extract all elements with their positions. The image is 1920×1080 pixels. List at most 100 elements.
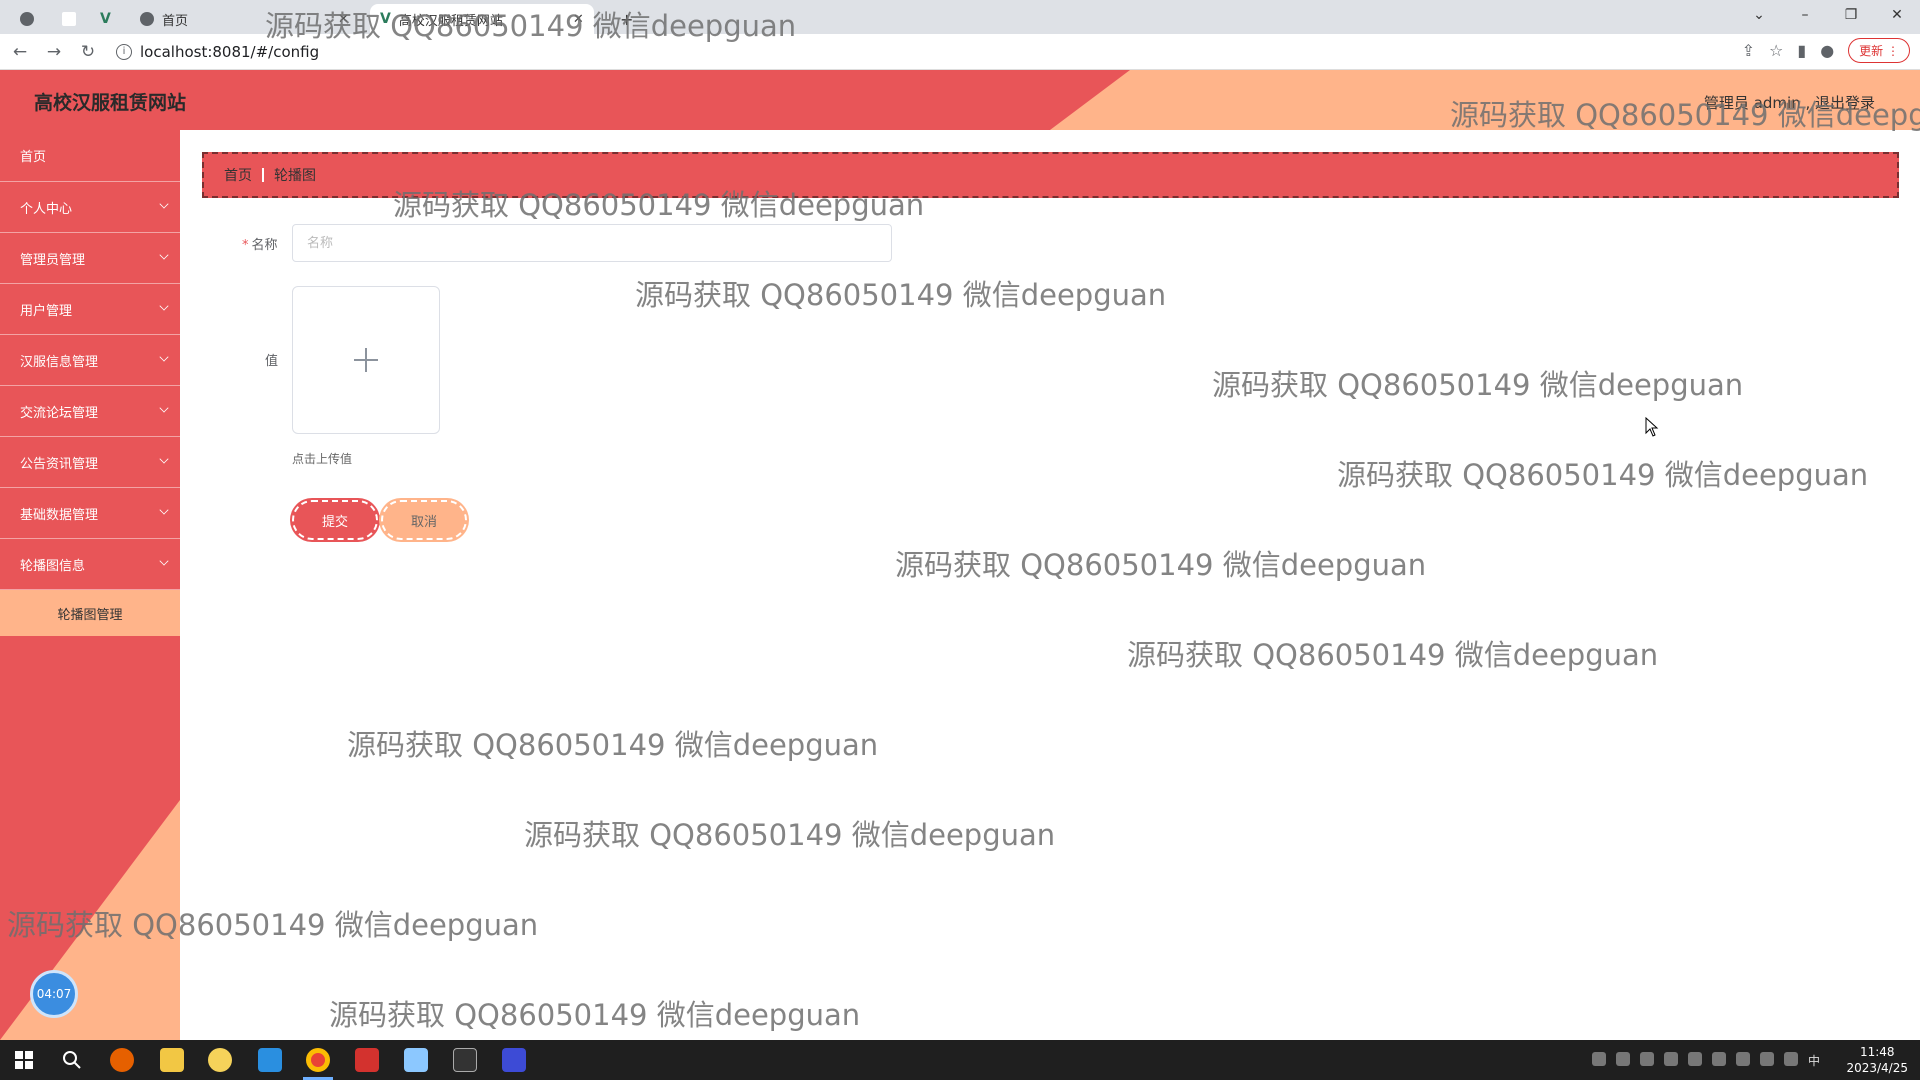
sidebar-item-carousel-info[interactable]: 轮播图信息 xyxy=(0,539,180,590)
sidebar-item-base-data[interactable]: 基础数据管理 xyxy=(0,488,180,539)
watermark-text: 源码获取 QQ86050149 微信deepguan xyxy=(7,908,539,942)
chevron-down-icon xyxy=(159,505,169,515)
sidebar-item-label: 用户管理 xyxy=(20,303,73,319)
sidebar-item-personal-center[interactable]: 个人中心 xyxy=(0,182,180,233)
tab-label: 首页 xyxy=(162,13,189,29)
breadcrumb-separator xyxy=(262,168,264,182)
sidebar-item-admin-management[interactable]: 管理员管理 xyxy=(0,233,180,284)
network-icon[interactable] xyxy=(1759,1052,1774,1066)
plus-icon xyxy=(354,348,378,372)
cursor-icon xyxy=(1645,417,1659,437)
watermark-text: 源码获取 QQ86050149 微信deepguan xyxy=(1337,458,1869,492)
name-label: * 名称 xyxy=(242,234,278,253)
tray-icon[interactable] xyxy=(1735,1052,1750,1066)
submit-button[interactable]: 提交 xyxy=(292,500,378,540)
watermark-text: 源码获取 QQ86050149 微信deepguan xyxy=(635,278,1167,312)
watermark-text: 源码获取 QQ86050149 微信deepguan xyxy=(1450,98,1920,132)
toolbar-right: ⇪ ☆ ▮ ● 更新 ⋮ xyxy=(1742,38,1910,63)
tray-icon[interactable] xyxy=(1711,1052,1726,1066)
sidebar-item-news-management[interactable]: 公告资讯管理 xyxy=(0,437,180,488)
profile-icon[interactable]: ● xyxy=(1820,41,1834,60)
chevron-down-icon xyxy=(159,250,169,260)
tray-icon[interactable] xyxy=(1591,1052,1606,1066)
volume-icon[interactable] xyxy=(1783,1052,1798,1066)
sidebar-subitem-label: 轮播图管理 xyxy=(57,607,123,623)
sidepanel-icon[interactable]: ▮ xyxy=(1797,41,1806,60)
tab-blank[interactable] xyxy=(52,4,94,34)
site-title: 高校汉服租赁网站 xyxy=(34,92,187,114)
windows-start-icon[interactable] xyxy=(12,1048,36,1072)
window-controls: ⌄ – ❐ ✕ xyxy=(1736,0,1920,30)
system-tray: 中 xyxy=(1591,1052,1820,1069)
value-label: 值 xyxy=(265,354,279,369)
sidebar-item-label: 汉服信息管理 xyxy=(20,354,99,370)
watermark-text: 源码获取 QQ86050149 微信deepguan xyxy=(524,818,1056,852)
chevron-down-icon xyxy=(159,199,169,209)
search-icon[interactable] xyxy=(60,1048,84,1072)
chevron-down-icon[interactable]: ⌄ xyxy=(1736,0,1782,30)
timer-badge: 04:07 xyxy=(30,970,78,1018)
tray-icon[interactable] xyxy=(1615,1052,1630,1066)
vue-icon: V xyxy=(100,11,111,27)
back-icon[interactable]: ← xyxy=(6,38,34,66)
terminal-icon[interactable] xyxy=(453,1048,477,1072)
clock[interactable]: 11:48 2023/4/25 xyxy=(1846,1044,1908,1076)
chrome-icon[interactable] xyxy=(306,1048,330,1072)
required-mark: * xyxy=(242,238,249,253)
ime-indicator[interactable]: 中 xyxy=(1808,1052,1820,1069)
cancel-button[interactable]: 取消 xyxy=(381,500,467,540)
clock-time: 11:48 xyxy=(1859,1045,1895,1059)
tray-icon[interactable] xyxy=(1639,1052,1654,1066)
share-icon[interactable]: ⇪ xyxy=(1742,41,1755,60)
tab-vue[interactable]: V xyxy=(90,4,129,34)
globe-icon xyxy=(140,12,154,26)
watermark-text: 源码获取 QQ86050149 微信deepguan xyxy=(1127,638,1659,672)
watermark-text: 源码获取 QQ86050149 微信deepguan xyxy=(895,548,1427,582)
restore-icon[interactable]: ❐ xyxy=(1828,0,1874,30)
sidebar-item-home[interactable]: 首页 xyxy=(0,130,180,182)
sidebar-item-hanfu-management[interactable]: 汉服信息管理 xyxy=(0,335,180,386)
chevron-down-icon xyxy=(159,556,169,566)
name-input[interactable] xyxy=(292,224,892,262)
upload-tip: 点击上传值 xyxy=(292,452,353,466)
chevron-down-icon xyxy=(159,403,169,413)
sidebar-item-label: 基础数据管理 xyxy=(20,507,99,523)
image-uploader[interactable] xyxy=(292,286,440,434)
tray-icon[interactable] xyxy=(1687,1052,1702,1066)
tray-icon[interactable] xyxy=(1663,1052,1678,1066)
firefox-icon[interactable] xyxy=(110,1048,134,1072)
tab-home[interactable] xyxy=(10,4,52,34)
notepad-icon[interactable] xyxy=(404,1048,428,1072)
sidebar-item-label: 个人中心 xyxy=(20,201,73,217)
minimize-icon[interactable]: – xyxy=(1782,0,1828,30)
update-label: 更新 xyxy=(1859,44,1884,58)
reload-icon[interactable]: ↻ xyxy=(74,38,102,66)
page-icon xyxy=(62,12,76,26)
url-text: localhost:8081/#/config xyxy=(140,42,320,61)
sidebar-item-label: 轮播图信息 xyxy=(20,558,86,574)
forward-icon[interactable]: → xyxy=(40,38,68,66)
sidebar-item-user-management[interactable]: 用户管理 xyxy=(0,284,180,335)
sidebar-item-label: 首页 xyxy=(20,150,47,165)
globe-icon xyxy=(20,12,34,26)
chevron-down-icon xyxy=(159,301,169,311)
breadcrumb-current: 轮播图 xyxy=(274,168,316,184)
file-explorer-icon[interactable] xyxy=(160,1048,184,1072)
star-icon[interactable]: ☆ xyxy=(1769,41,1783,60)
close-icon[interactable]: ✕ xyxy=(1874,0,1920,30)
sidebar-subitem-carousel-management[interactable]: 轮播图管理 xyxy=(0,590,180,636)
name-label-text: 名称 xyxy=(251,238,278,253)
info-icon[interactable]: i xyxy=(116,43,132,60)
update-button[interactable]: 更新 ⋮ xyxy=(1848,38,1910,63)
watermark-text: 源码获取 QQ86050149 微信deepguan xyxy=(329,998,861,1032)
sidebar-item-label: 交流论坛管理 xyxy=(20,405,99,421)
wps-icon[interactable] xyxy=(355,1048,379,1072)
intellij-icon[interactable] xyxy=(502,1048,526,1072)
sidebar-item-label: 管理员管理 xyxy=(20,252,86,268)
sidebar-item-forum-management[interactable]: 交流论坛管理 xyxy=(0,386,180,437)
app-icon[interactable] xyxy=(208,1048,232,1072)
vscode-icon[interactable] xyxy=(258,1048,282,1072)
chevron-down-icon xyxy=(159,454,169,464)
chevron-down-icon xyxy=(159,352,169,362)
breadcrumb-home[interactable]: 首页 xyxy=(224,165,252,185)
